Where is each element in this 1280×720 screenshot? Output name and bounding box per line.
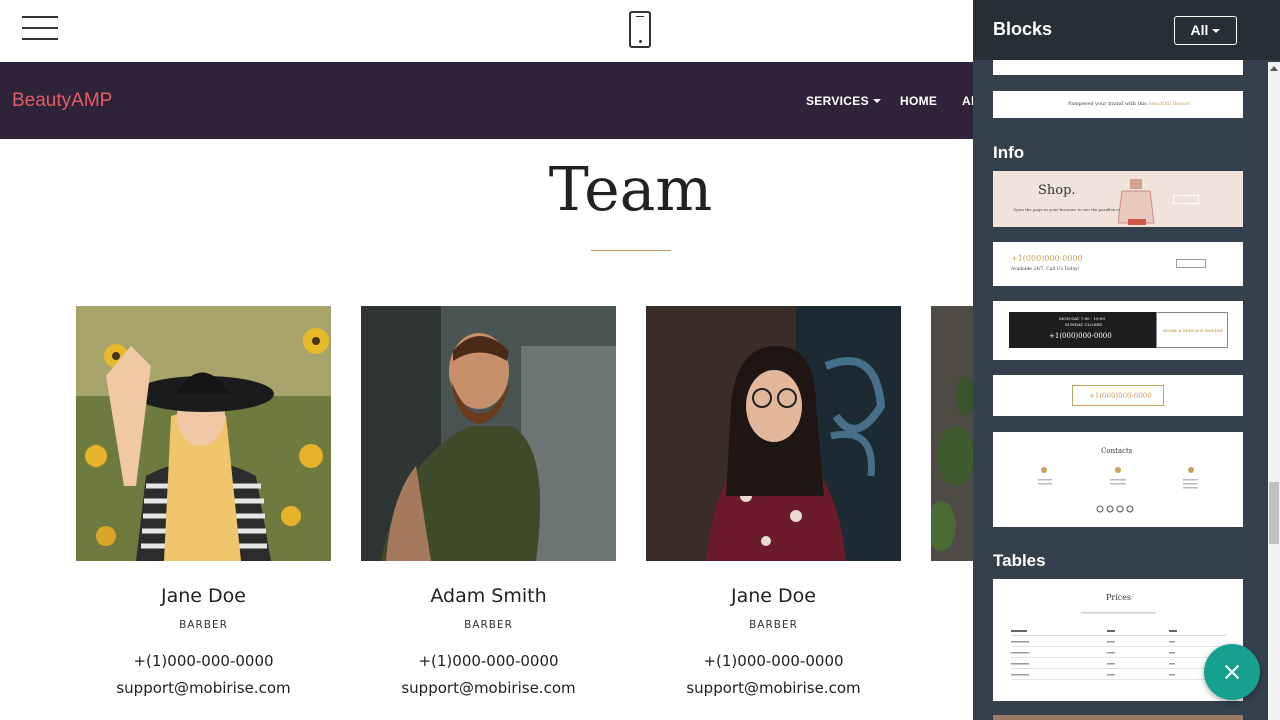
thumb-phone: +1(000)000-0000 [1011, 254, 1083, 263]
member-photo [646, 306, 901, 561]
block-thumb-shop[interactable]: Shop. Open the page in your browser to s… [993, 171, 1243, 227]
member-role: BARBER [749, 619, 798, 631]
thumb-hours-box: MON-SAT 7:00 - 19:00 SUNDAY CLOSED +1(00… [1009, 312, 1156, 348]
hamburger-icon[interactable] [22, 14, 58, 42]
blocks-panel-header: Blocks All [973, 0, 1280, 60]
block-thumb-hours[interactable]: MON-SAT 7:00 - 19:00 SUNDAY CLOSED +1(00… [993, 301, 1243, 360]
nav-home[interactable]: HOME [900, 94, 937, 108]
member-phone: +(1)000-000-0000 [133, 652, 274, 670]
filter-label: All [1190, 22, 1209, 38]
member-name: Adam Smith [430, 585, 547, 607]
member-role: BARBER [464, 619, 513, 631]
team-card: Jane Doe BARBER +(1)000-000-0000 support… [76, 306, 331, 697]
member-photo [76, 306, 331, 561]
member-photo [361, 306, 616, 561]
panel-title: Blocks [993, 19, 1053, 39]
member-email[interactable]: support@mobirise.com [646, 679, 901, 697]
blocks-panel: Blocks All Pampered your brand with this… [973, 0, 1280, 720]
thumb-contacts-title: Contacts [1101, 447, 1133, 455]
contact-icons [1038, 467, 1198, 513]
thumb-phone-frame: +1(000)000-0000 [1072, 385, 1164, 406]
panel-scrollbar[interactable] [1268, 62, 1280, 720]
block-thumb-phone-centered[interactable]: +1(000)000-0000 [993, 375, 1243, 416]
team-card: Jane Doe BARBER +(1)000-000-0000 support… [646, 306, 901, 697]
thumb-phone-button [1176, 259, 1206, 268]
thumb-shop-button [1173, 195, 1199, 204]
block-thumb[interactable] [993, 60, 1243, 75]
thumb-shop-title: Shop. [1038, 183, 1076, 198]
member-email[interactable]: support@mobirise.com [76, 679, 331, 697]
prices-table-preview [1011, 612, 1226, 680]
nav-services[interactable]: SERVICES [806, 94, 881, 108]
team-card: Adam Smith BARBER +(1)000-000-0000 suppo… [361, 306, 616, 697]
nav-services-label: SERVICES [806, 94, 869, 108]
block-thumb-phone[interactable]: +1(000)000-0000 Available 24/7, Call Us … [993, 242, 1243, 286]
member-role: BARBER [179, 619, 228, 631]
chevron-down-icon [1212, 29, 1221, 33]
thumb-shop-sub: Open the page in your browser to see the… [1013, 207, 1130, 212]
scroll-up-icon[interactable] [1270, 66, 1278, 71]
perfume-bottle-icon [1118, 179, 1155, 225]
block-thumb[interactable] [993, 715, 1243, 720]
title-divider [591, 250, 671, 251]
member-photo [931, 306, 973, 561]
member-email[interactable]: support@mobirise.com [361, 679, 616, 697]
member-name: Jane Doe [161, 585, 246, 607]
thumb-book-button: BOOK A SERVICE ONLINE [1156, 312, 1228, 348]
editor-topbar [0, 0, 973, 62]
scroll-thumb[interactable] [1269, 482, 1279, 544]
block-thumb-pampered[interactable]: Pampered your brand with this beautiful … [993, 91, 1243, 118]
member-phone: +(1)000-000-0000 [418, 652, 559, 670]
member-name: Jane Doe [731, 585, 816, 607]
thumb-available: Available 24/7, Call Us Today! [1011, 267, 1080, 272]
close-panel-button[interactable] [1204, 644, 1260, 700]
site-brand[interactable]: BeautyAMP [12, 90, 112, 112]
category-info: Info [993, 143, 1025, 162]
team-card-partial [931, 306, 973, 561]
block-thumb-contacts[interactable]: Contacts [993, 432, 1243, 527]
category-tables: Tables [993, 551, 1046, 570]
chevron-down-icon [872, 99, 881, 103]
editor-app: BeautyAMP SERVICES HOME Al Team Jane Doe… [0, 0, 1280, 720]
member-phone: +(1)000-000-0000 [703, 652, 844, 670]
filter-dropdown[interactable]: All [1174, 16, 1237, 45]
site-navbar: BeautyAMP SERVICES HOME Al [0, 62, 974, 139]
thumb-text: Pampered your brand with this beautiful … [1068, 101, 1191, 107]
thumb-prices-title: Prices [1106, 593, 1132, 602]
mobile-phone-icon[interactable] [629, 11, 651, 48]
